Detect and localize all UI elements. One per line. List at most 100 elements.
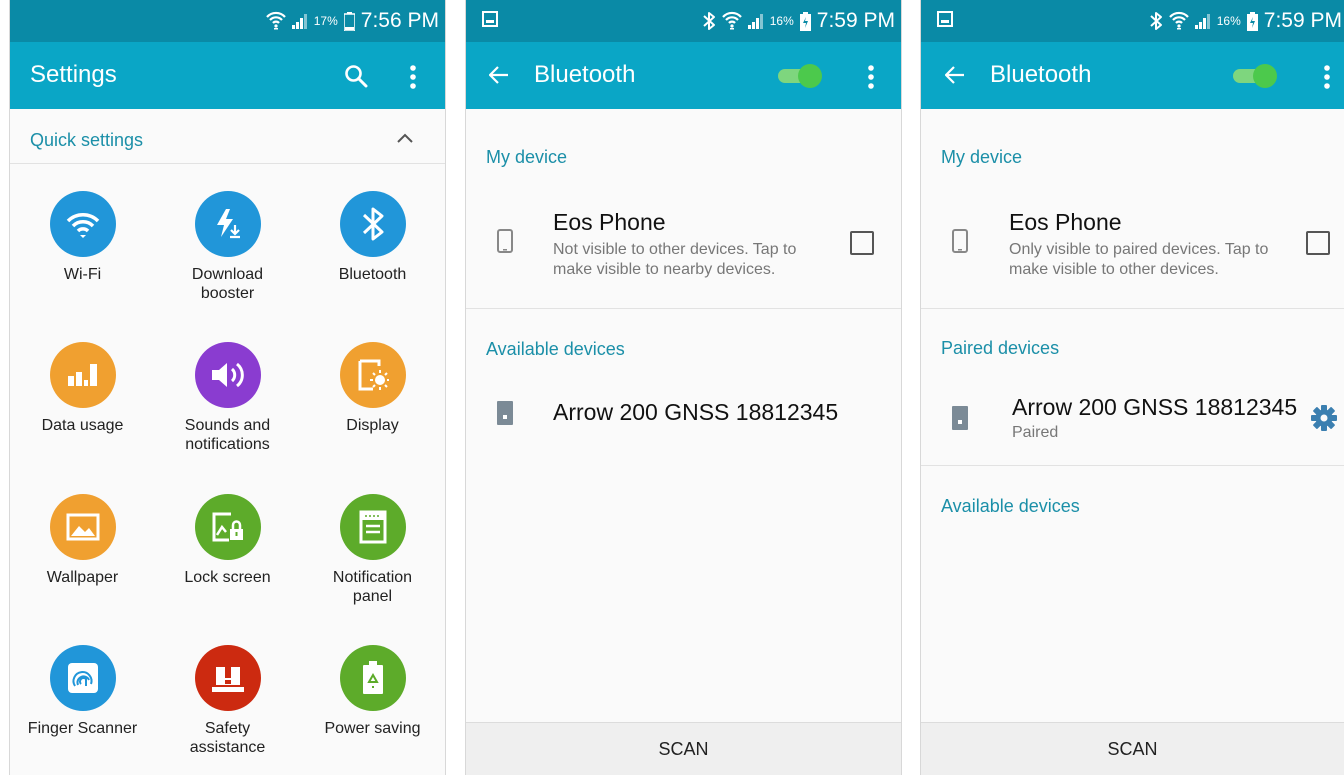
more-vert-icon[interactable] [867,64,875,90]
quick-setting-label: Bluetooth [338,266,407,283]
quick-setting-label: Display [346,417,399,434]
quick-setting-label: Sounds and notifications [184,417,271,453]
quick-setting-label: Power saving [324,720,421,737]
paired-devices-header: Paired devices [941,338,1060,358]
app-bar: Bluetooth [466,42,901,109]
bluetooth-screen-unpaired: 16% 7:59 PM Bluetooth My device Eos Phon… [466,0,901,775]
visibility-checkbox[interactable] [1306,231,1330,255]
screenshot-notification-icon [482,11,498,27]
scan-button[interactable]: SCAN [466,722,901,775]
quick-setting-bluetooth[interactable]: Bluetooth [300,191,445,284]
wifi-status-icon [721,11,742,31]
my-device-row[interactable]: Eos Phone Only visible to paired devices… [921,199,1344,299]
search-icon[interactable] [344,64,368,88]
device-status: Paired [1012,424,1059,441]
quick-setting-lock-screen[interactable]: Lock screen [155,494,300,587]
device-name: Arrow 200 GNSS 18812345 [1012,394,1298,420]
clock: 7:59 PM [1263,9,1342,32]
quick-setting-display[interactable]: Display [300,342,445,435]
fingerprint-icon [49,645,116,711]
battery-percent: 17% [313,14,338,28]
phone-icon [497,229,513,253]
bluetooth-toggle[interactable] [776,63,822,89]
bluetooth-status-icon [702,12,715,30]
quick-setting-label: Data usage [41,417,124,434]
wallpaper-icon [49,494,116,560]
battery-percent: 16% [1216,14,1241,28]
chevron-up-icon[interactable] [397,133,413,143]
quick-setting-wi-fi[interactable]: Wi-Fi [10,191,155,284]
device-name: Eos Phone [553,209,666,235]
my-device-row[interactable]: Eos Phone Not visible to other devices. … [466,199,901,299]
quick-setting-label: Finger Scanner [27,720,138,737]
bluetooth-screen-paired: 16% 7:59 PM Bluetooth My device Eos Phon… [921,0,1344,775]
quick-setting-finger-scanner[interactable]: Finger Scanner [10,645,155,738]
quick-setting-download-booster[interactable]: Download booster [155,191,300,303]
clock: 7:56 PM [360,9,439,32]
available-devices-header: Available devices [941,496,1080,516]
lock-screen-icon [194,494,261,560]
app-bar: Bluetooth [921,42,1344,109]
quick-setting-power-saving[interactable]: Power saving [300,645,445,738]
notification-panel-icon [339,494,406,560]
status-bar: 17% 7:56 PM [10,0,445,42]
bluetooth-icon [339,191,406,257]
safety-icon [194,645,261,711]
display-icon [339,342,406,408]
quick-setting-sounds-and-notifications[interactable]: Sounds and notifications [155,342,300,454]
quick-setting-notification-panel[interactable]: Notification panel [300,494,445,606]
battery-recycle-icon [339,645,406,711]
quick-setting-data-usage[interactable]: Data usage [10,342,155,435]
status-bar: 16% 7:59 PM [466,0,901,42]
my-device-header: My device [486,147,568,167]
device-name: Eos Phone [1009,209,1122,235]
device-icon [952,406,968,430]
back-arrow-icon[interactable] [945,66,965,84]
wifi-status-icon [1168,11,1189,31]
quick-setting-safety-assistance[interactable]: Safety assistance [155,645,300,757]
quick-setting-wallpaper[interactable]: Wallpaper [10,494,155,587]
clock: 7:59 PM [816,9,895,32]
page-title: Bluetooth [990,61,1092,88]
device-icon [497,401,513,425]
bluetooth-content: My device Eos Phone Not visible to other… [466,109,901,775]
wifi-icon [49,191,116,257]
list-item[interactable]: Arrow 200 GNSS 18812345 [466,379,901,449]
quick-setting-label: Safety assistance [189,720,266,756]
more-vert-icon[interactable] [409,64,417,90]
settings-screen: 17% 7:56 PM Settings Quick settings Wi-F… [10,0,445,775]
quick-settings-header: Quick settings [30,130,144,150]
gear-icon[interactable] [1311,405,1337,431]
quick-setting-label: Wallpaper [46,569,119,586]
data-usage-icon [49,342,116,408]
scan-button[interactable]: SCAN [921,722,1344,775]
app-bar: Settings [10,42,445,109]
more-vert-icon[interactable] [1323,64,1331,90]
signal-icon [1194,13,1210,29]
phone-icon [952,229,968,253]
visibility-description: Not visible to other devices. Tap to mak… [553,241,797,278]
settings-content: Quick settings Wi-Fi Download booster Blue… [10,109,445,775]
download-booster-icon [194,191,261,257]
bluetooth-toggle[interactable] [1231,63,1277,89]
quick-setting-label: Wi-Fi [63,266,102,283]
battery-icon [343,11,355,31]
quick-setting-label: Download booster [191,266,264,302]
visibility-description: Only visible to paired devices. Tap to m… [1009,241,1269,278]
bluetooth-content: My device Eos Phone Only visible to pair… [921,109,1344,775]
back-arrow-icon[interactable] [489,66,509,84]
my-device-header: My device [941,147,1023,167]
wifi-status-icon [265,11,286,31]
page-title: Bluetooth [534,61,636,88]
visibility-checkbox[interactable] [850,231,874,255]
signal-icon [747,13,763,29]
list-item[interactable]: Arrow 200 GNSS 18812345 Paired [921,379,1344,465]
screenshot-notification-icon [937,11,953,27]
status-bar: 16% 7:59 PM [921,0,1344,42]
page-title: Settings [30,61,117,88]
battery-percent: 16% [769,14,794,28]
volume-icon [194,342,261,408]
available-devices-header: Available devices [486,339,625,359]
battery-charging-icon [1246,11,1258,31]
signal-icon [291,13,307,29]
